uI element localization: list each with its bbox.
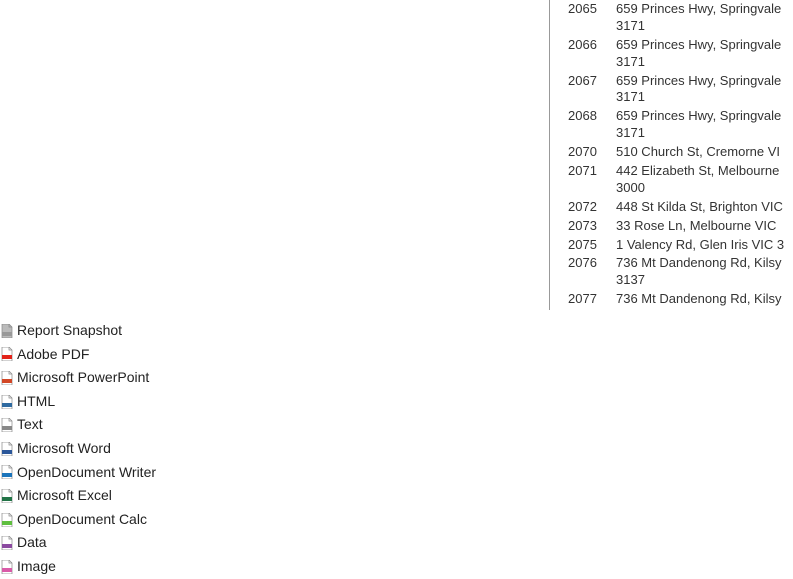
record-address: 33 Rose Ln, Melbourne VIC [602, 218, 776, 235]
record-address: 659 Princes Hwy, Springvale3171 [602, 73, 781, 107]
address-row[interactable]: 2067659 Princes Hwy, Springvale3171 [554, 72, 784, 108]
microsoft-powerpoint-icon [1, 371, 13, 385]
microsoft-excel-icon [1, 489, 13, 503]
export-option-opendocument-writer[interactable]: OpenDocument Writer [0, 461, 156, 485]
export-option-label: Adobe PDF [17, 345, 89, 365]
export-option-label: HTML [17, 392, 55, 412]
record-address: 736 Mt Dandenong Rd, Kilsy3137 [602, 255, 781, 289]
export-option-label: Data [17, 533, 47, 553]
record-id: 2070 [554, 144, 602, 161]
image-icon [1, 560, 13, 574]
export-option-image[interactable]: Image [0, 555, 156, 579]
record-id: 2066 [554, 37, 602, 54]
export-option-data[interactable]: Data [0, 531, 156, 555]
record-id: 2068 [554, 108, 602, 125]
export-option-label: OpenDocument Writer [17, 463, 156, 483]
export-option-label: Microsoft Word [17, 439, 111, 459]
export-option-adobe-pdf[interactable]: Adobe PDF [0, 343, 156, 367]
opendocument-calc-icon [1, 513, 13, 527]
record-id: 2077 [554, 291, 602, 308]
export-format-menu: Report Snapshot Adobe PDF Microsoft PowerP… [0, 319, 156, 579]
address-row[interactable]: 2066659 Princes Hwy, Springvale3171 [554, 36, 784, 72]
address-row[interactable]: 2068659 Princes Hwy, Springvale3171 [554, 107, 784, 143]
address-row[interactable]: 2076736 Mt Dandenong Rd, Kilsy3137 [554, 254, 784, 290]
export-option-label: Image [17, 557, 56, 577]
export-option-label: OpenDocument Calc [17, 510, 147, 530]
record-id: 2072 [554, 199, 602, 216]
export-option-microsoft-word[interactable]: Microsoft Word [0, 437, 156, 461]
record-id: 2071 [554, 163, 602, 180]
record-address: 736 Mt Dandenong Rd, Kilsy3137 [602, 291, 781, 310]
export-option-microsoft-excel[interactable]: Microsoft Excel [0, 484, 156, 508]
record-address: 659 Princes Hwy, Springvale3171 [602, 1, 781, 35]
microsoft-word-icon [1, 442, 13, 456]
report-snapshot-icon [1, 324, 13, 338]
address-list-panel: 2065659 Princes Hwy, Springvale317120666… [549, 0, 784, 310]
opendocument-writer-icon [1, 465, 13, 479]
record-id: 2076 [554, 255, 602, 272]
export-option-report-snapshot[interactable]: Report Snapshot [0, 319, 156, 343]
export-option-label: Text [17, 415, 43, 435]
address-row[interactable]: 207333 Rose Ln, Melbourne VIC [554, 217, 784, 236]
export-option-text[interactable]: Text [0, 413, 156, 437]
address-row[interactable]: 2072448 St Kilda St, Brighton VIC [554, 198, 784, 217]
record-id: 2075 [554, 237, 602, 254]
record-id: 2065 [554, 1, 602, 18]
record-id: 2067 [554, 73, 602, 90]
record-address: 659 Princes Hwy, Springvale3171 [602, 37, 781, 71]
record-address: 442 Elizabeth St, Melbourne3000 [602, 163, 779, 197]
address-row[interactable]: 2065659 Princes Hwy, Springvale3171 [554, 0, 784, 36]
text-icon [1, 418, 13, 432]
export-option-label: Microsoft Excel [17, 486, 112, 506]
html-icon [1, 395, 13, 409]
data-icon [1, 536, 13, 550]
record-address: 659 Princes Hwy, Springvale3171 [602, 108, 781, 142]
export-option-label: Report Snapshot [17, 321, 122, 341]
address-row[interactable]: 20751 Valency Rd, Glen Iris VIC 3 [554, 236, 784, 255]
adobe-pdf-icon [1, 347, 13, 361]
export-option-label: Microsoft PowerPoint [17, 368, 149, 388]
address-row[interactable]: 2070510 Church St, Cremorne VI [554, 143, 784, 162]
record-address: 448 St Kilda St, Brighton VIC [602, 199, 783, 216]
record-address: 510 Church St, Cremorne VI [602, 144, 780, 161]
export-option-opendocument-calc[interactable]: OpenDocument Calc [0, 508, 156, 532]
record-id: 2073 [554, 218, 602, 235]
address-row[interactable]: 2077736 Mt Dandenong Rd, Kilsy3137 [554, 290, 784, 310]
address-row[interactable]: 2071442 Elizabeth St, Melbourne3000 [554, 162, 784, 198]
export-option-microsoft-powerpoint[interactable]: Microsoft PowerPoint [0, 366, 156, 390]
export-option-html[interactable]: HTML [0, 390, 156, 414]
record-address: 1 Valency Rd, Glen Iris VIC 3 [602, 237, 784, 254]
